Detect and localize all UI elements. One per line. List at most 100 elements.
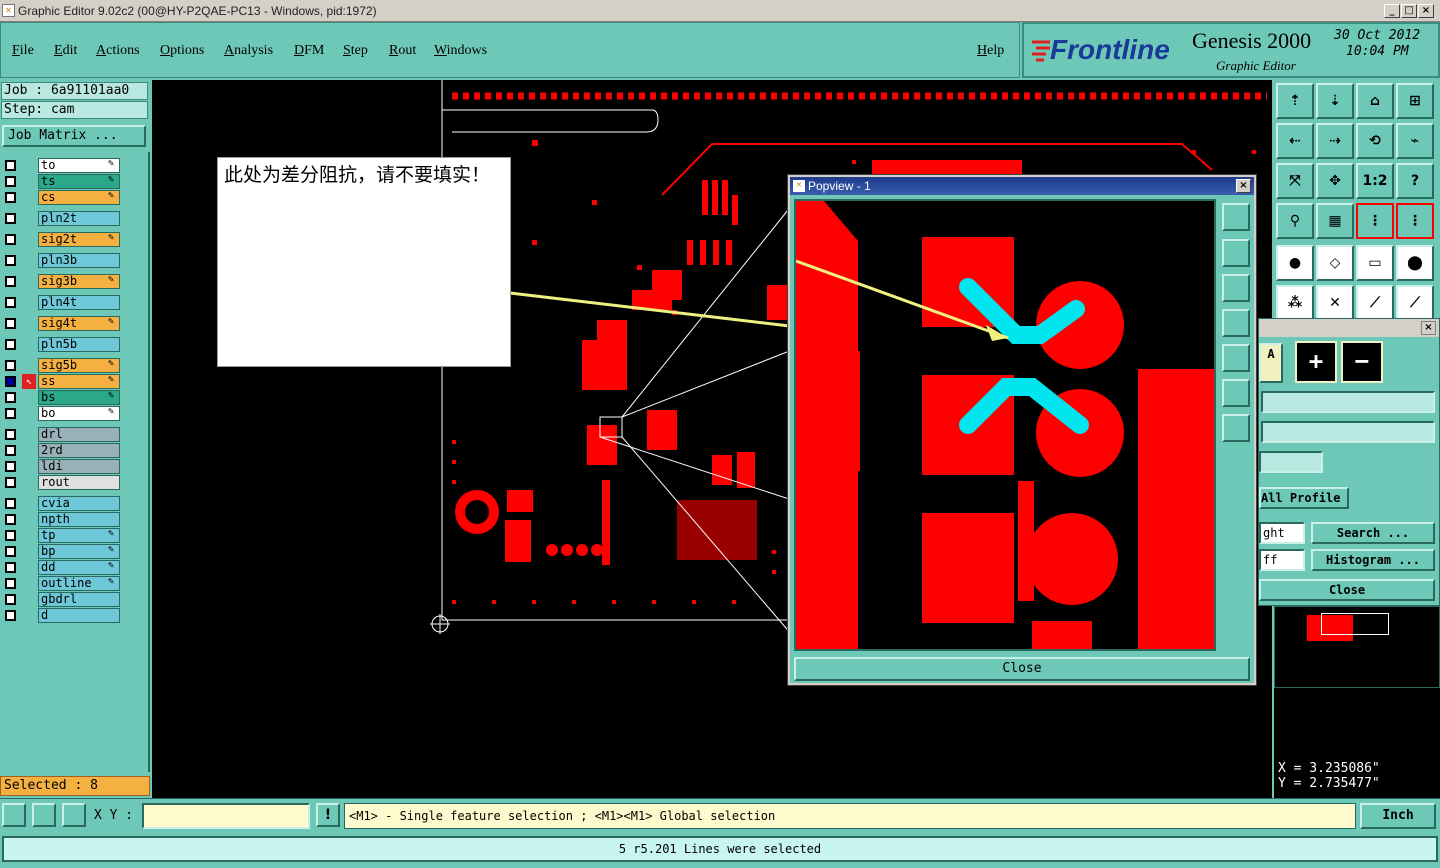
layer-name[interactable]: pln2t	[38, 211, 120, 226]
circle-icon[interactable]: ⬤	[1396, 245, 1434, 281]
warning-icon[interactable]: !	[316, 803, 340, 827]
ruler-icon[interactable]: ▭	[1356, 245, 1394, 281]
step-icon[interactable]: ⌁	[1396, 123, 1434, 159]
xy-input[interactable]	[142, 803, 310, 829]
layer-row-drl[interactable]: drl	[2, 427, 120, 442]
layer-checkbox[interactable]	[5, 376, 16, 387]
popview-pan-up-icon[interactable]	[1222, 274, 1250, 302]
layer-row-tp[interactable]: tp ✎	[2, 528, 120, 543]
snap-mode-icon[interactable]	[2, 803, 26, 827]
menu-help[interactable]: Help	[977, 43, 1004, 59]
popview-zoom-view[interactable]	[794, 199, 1216, 651]
maximize-button[interactable]: □	[1401, 4, 1417, 18]
menu-step[interactable]: Step	[343, 43, 368, 59]
layer-row-sig3b[interactable]: sig3b ✎	[2, 274, 120, 289]
close-window-button[interactable]: ×	[1418, 4, 1434, 18]
layer-row-npth[interactable]: npth	[2, 512, 120, 527]
zoom-fit-icon[interactable]: ✥	[1316, 163, 1354, 199]
layer-checkbox[interactable]	[5, 429, 16, 440]
layer-name[interactable]: gbdrl	[38, 592, 120, 607]
layer-name[interactable]: npth	[38, 512, 120, 527]
layer-row-bs[interactable]: bs ✎	[2, 390, 120, 405]
layer-row-cvia[interactable]: cvia	[2, 496, 120, 511]
zoom-extent-icon[interactable]: ⤧	[1276, 163, 1314, 199]
popview-zoom-in-icon[interactable]	[1222, 414, 1250, 442]
layer-row-sig5b[interactable]: sig5b ✎	[2, 358, 120, 373]
layer-checkbox[interactable]	[5, 276, 16, 287]
grid-icon[interactable]: ▦	[1316, 203, 1354, 239]
view-window-icon[interactable]: ⊞	[1396, 83, 1434, 119]
filter-field-1[interactable]	[1261, 391, 1435, 413]
layer-checkbox[interactable]	[5, 477, 16, 488]
layer-row-pln4t[interactable]: pln4t	[2, 295, 120, 310]
menu-file[interactable]: File	[12, 43, 34, 59]
layer-checkbox[interactable]	[5, 408, 16, 419]
layer-name[interactable]: rout	[38, 475, 120, 490]
off-field[interactable]: ff	[1259, 549, 1305, 571]
highlight-field[interactable]: ght	[1259, 522, 1305, 544]
layer-checkbox[interactable]	[5, 445, 16, 456]
measure-icon[interactable]: ⚲	[1276, 203, 1314, 239]
layer-row-pln2t[interactable]: pln2t	[2, 211, 120, 226]
layer-checkbox[interactable]	[5, 213, 16, 224]
help-icon[interactable]: ?	[1396, 163, 1434, 199]
layer-row-sig2t[interactable]: sig2t ✎	[2, 232, 120, 247]
layer-checkbox[interactable]	[5, 578, 16, 589]
layer-row-dd[interactable]: dd ✎	[2, 560, 120, 575]
layer-name[interactable]: 2rd	[38, 443, 120, 458]
layer-checkbox[interactable]	[5, 255, 16, 266]
layer-row-2rd[interactable]: 2rd	[2, 443, 120, 458]
panel-close-button[interactable]: Close	[1259, 579, 1435, 601]
popview-home-icon[interactable]	[1222, 239, 1250, 267]
layer-name[interactable]: ldi	[38, 459, 120, 474]
home-icon[interactable]: ⌂	[1356, 83, 1394, 119]
search-button[interactable]: Search ...	[1311, 522, 1435, 544]
app-icon[interactable]: ✕	[2, 4, 15, 17]
popview-close-button[interactable]: Close	[794, 657, 1250, 681]
layer-checkbox[interactable]	[5, 461, 16, 472]
layer-row-rout[interactable]: rout	[2, 475, 120, 490]
panel-close-x[interactable]: ×	[1421, 321, 1436, 335]
pan-left-icon[interactable]: ⇠	[1276, 123, 1314, 159]
popview-pan-right-icon[interactable]	[1222, 344, 1250, 372]
pan-right-icon[interactable]: ⇢	[1316, 123, 1354, 159]
filter-field-3[interactable]	[1259, 451, 1323, 473]
layer-row-cs[interactable]: cs ✎	[2, 190, 120, 205]
layer-name[interactable]: pln3b	[38, 253, 120, 268]
menu-rout[interactable]: Rout	[389, 43, 416, 59]
minimap-viewport[interactable]	[1321, 613, 1389, 635]
layer-checkbox[interactable]	[5, 176, 16, 187]
layer-checkbox[interactable]	[5, 318, 16, 329]
menu-edit[interactable]: Edit	[54, 43, 77, 59]
layer-checkbox[interactable]	[5, 610, 16, 621]
pan-down-icon[interactable]: ⇣	[1316, 83, 1354, 119]
layer-row-sig4t[interactable]: sig4t ✎	[2, 316, 120, 331]
layer-row-outline[interactable]: outline ✎	[2, 576, 120, 591]
layer-row-pln3b[interactable]: pln3b	[2, 253, 120, 268]
layer-checkbox[interactable]	[5, 594, 16, 605]
layer-checkbox[interactable]	[5, 297, 16, 308]
measure-mode-icon[interactable]	[32, 803, 56, 827]
pan-up-icon[interactable]: ⇡	[1276, 83, 1314, 119]
menu-options[interactable]: Options	[160, 43, 204, 59]
units-select[interactable]: Inch	[1360, 803, 1436, 829]
menu-windows[interactable]: Windows	[434, 43, 487, 59]
layer-checkbox[interactable]	[5, 498, 16, 509]
layer-checkbox[interactable]	[5, 546, 16, 557]
layer-checkbox[interactable]	[5, 360, 16, 371]
menu-dfm[interactable]: DFM	[294, 43, 324, 59]
layer-select-alt-icon[interactable]: ⋮	[1396, 203, 1434, 239]
menu-analysis[interactable]: Analysis	[224, 43, 273, 59]
route-alt-icon[interactable]: ⟋	[1396, 285, 1434, 321]
layer-row-bo[interactable]: bo ✎	[2, 406, 120, 421]
layer-row-ss[interactable]: ↖ ss ✎	[2, 374, 120, 389]
layer-checkbox[interactable]	[5, 160, 16, 171]
add-pad-icon[interactable]: ●	[1276, 245, 1314, 281]
add-button[interactable]: +	[1295, 341, 1337, 383]
overview-map[interactable]	[1274, 606, 1440, 688]
route-icon[interactable]: ⟋	[1356, 285, 1394, 321]
layer-row-to[interactable]: to ✎	[2, 158, 120, 173]
layer-row-d[interactable]: d	[2, 608, 120, 623]
filter-field-2[interactable]	[1261, 421, 1435, 443]
subtract-button[interactable]: −	[1341, 341, 1383, 383]
